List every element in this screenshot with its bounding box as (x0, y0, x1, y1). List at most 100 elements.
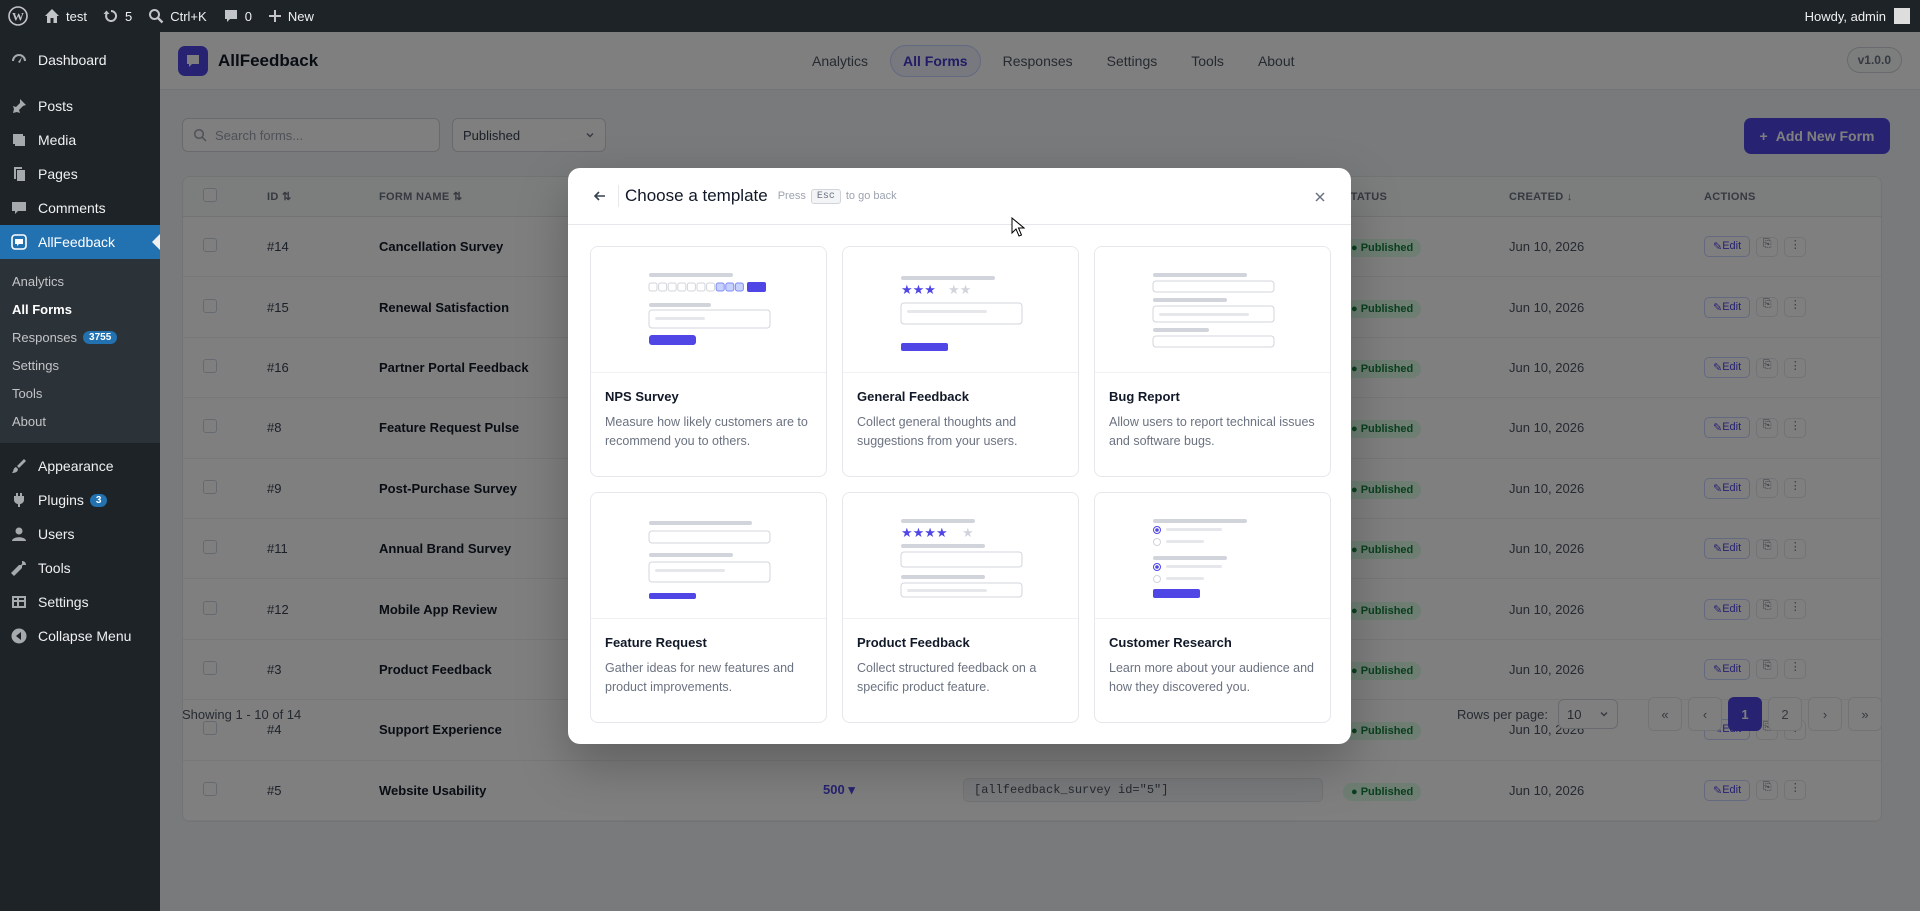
dashboard-icon (12, 54, 26, 63)
command-search-link[interactable]: Ctrl+K (140, 0, 214, 32)
menu-pages[interactable]: Pages (0, 157, 160, 191)
esc-key: Esc (810, 188, 841, 204)
howdy-text: Howdy, admin (1804, 8, 1886, 24)
avatar (1894, 8, 1910, 24)
plugin-icon (14, 493, 24, 507)
menu-label: Dashboard (38, 52, 107, 68)
nps-scale-box (725, 282, 735, 292)
pages-icon (14, 167, 25, 181)
menu-users[interactable]: Users (0, 517, 160, 551)
submenu-label: Analytics (12, 273, 65, 289)
submenu-tools[interactable]: Tools (0, 379, 160, 407)
template-card-bug-report[interactable]: Bug Report Allow users to report technic… (1094, 246, 1331, 477)
close-icon[interactable] (1313, 190, 1327, 204)
menu-media[interactable]: Media (0, 123, 160, 157)
menu-dashboard[interactable]: Dashboard (0, 43, 160, 77)
updates-icon (103, 9, 118, 22)
template-card-general-feedback[interactable]: ★★★ ★★ General Feedback Collect general … (842, 246, 1079, 477)
nps-scale-box (696, 282, 706, 292)
menu-label: Settings (38, 594, 89, 610)
menu-label: Plugins (38, 492, 84, 508)
template-card-product-feedback[interactable]: ★★★★ ★ Product Feedback Collect structur… (842, 492, 1079, 723)
template-description: Measure how likely customers are to reco… (605, 415, 808, 448)
comment-icon (224, 10, 237, 22)
template-card-customer-research[interactable]: Customer Research Learn more about your … (1094, 492, 1331, 723)
template-description: Learn more about your audience and how t… (1109, 661, 1315, 694)
template-card-nps-survey[interactable]: NPS Survey Measure how likely customers … (590, 246, 827, 477)
menu-label: Collapse Menu (38, 628, 132, 644)
nps-scale-box (667, 282, 677, 292)
media-icon (13, 134, 25, 146)
allfeedback-submenu: Analytics All Forms Responses 3755 Settin… (0, 259, 160, 443)
hint-rest: to go back (845, 190, 897, 202)
pin-icon (13, 99, 26, 113)
menu-plugins[interactable]: Plugins 3 (0, 483, 160, 517)
menu-settings[interactable]: Settings (0, 585, 160, 619)
updates-link[interactable]: 5 (95, 0, 140, 32)
template-card-feature-request[interactable]: Feature Request Gather ideas for new fea… (590, 492, 827, 723)
submenu-label: Responses (12, 329, 78, 345)
submenu-analytics[interactable]: Analytics (0, 267, 160, 295)
my-account[interactable]: Howdy, admin (1805, 8, 1920, 24)
template-title: Customer Research (1109, 635, 1232, 650)
template-grid: NPS Survey Measure how likely customers … (590, 246, 1331, 723)
admin-bar: W test 5 Ctrl+K 0 New Howdy, admin (0, 0, 1920, 32)
hint-press: Press (777, 190, 806, 202)
nps-scale-box (648, 282, 658, 292)
admin-sidebar: Dashboard Posts Media Pages Comments All… (0, 32, 160, 911)
menu-appearance[interactable]: Appearance (0, 449, 160, 483)
new-content-link[interactable]: New (260, 0, 322, 32)
submenu-label: Tools (12, 385, 43, 401)
nps-preview (591, 247, 826, 373)
wordpress-logo-icon[interactable]: W (0, 0, 36, 32)
menu-label: Comments (38, 200, 106, 216)
comments-link[interactable]: 0 (215, 0, 260, 32)
escape-hint: Press Esc to go back (777, 188, 897, 204)
comments-count: 0 (244, 8, 252, 24)
wrench-icon (11, 561, 26, 576)
plugins-count-badge: 3 (89, 493, 108, 507)
submenu-label: All Forms (12, 301, 72, 317)
modal-header: Choose a template Press Esc to go back (568, 168, 1351, 225)
comment-icon (12, 202, 26, 214)
menu-label: Users (38, 526, 75, 542)
submenu-all-forms[interactable]: All Forms (0, 295, 160, 323)
back-arrow-icon[interactable] (590, 186, 610, 206)
header-divider (618, 185, 619, 207)
template-title: Bug Report (1109, 389, 1180, 404)
menu-tools[interactable]: Tools (0, 551, 160, 585)
svg-text:★: ★ (962, 526, 974, 541)
nps-scale-box (658, 282, 668, 292)
template-description: Collect general thoughts and suggestions… (857, 415, 1018, 448)
collapse-icon (11, 628, 27, 644)
submenu-settings[interactable]: Settings (0, 351, 160, 379)
menu-collapse[interactable]: Collapse Menu (0, 619, 160, 653)
svg-text:★★★: ★★★ (901, 283, 936, 298)
customer-research-preview (1095, 493, 1330, 619)
responses-count-badge: 3755 (83, 330, 118, 344)
svg-text:W: W (12, 10, 24, 24)
site-name-link[interactable]: test (36, 0, 95, 32)
menu-comments[interactable]: Comments (0, 191, 160, 225)
nps-highlight-box (747, 282, 766, 292)
template-description: Allow users to report technical issues a… (1109, 415, 1315, 448)
menu-label: Appearance (38, 458, 114, 474)
template-title: NPS Survey (605, 389, 679, 404)
menu-allfeedback[interactable]: AllFeedback (0, 225, 160, 259)
template-title: Feature Request (605, 635, 707, 650)
user-icon (12, 527, 26, 541)
submenu-about[interactable]: About (0, 407, 160, 435)
updates-count: 5 (124, 8, 133, 24)
menu-posts[interactable]: Posts (0, 89, 160, 123)
submenu-responses[interactable]: Responses 3755 (0, 323, 160, 351)
submenu-label: Settings (12, 357, 59, 373)
template-description: Collect structured feedback on a specifi… (857, 661, 1037, 694)
feature-request-preview (591, 493, 826, 619)
menu-label: Media (38, 132, 77, 148)
menu-label: Tools (38, 560, 71, 576)
nps-scale-box (706, 282, 716, 292)
submenu-label: About (12, 413, 46, 429)
bug-report-preview (1095, 247, 1330, 373)
template-description: Gather ideas for new features and produc… (605, 661, 795, 694)
nps-scale-box (686, 282, 696, 292)
